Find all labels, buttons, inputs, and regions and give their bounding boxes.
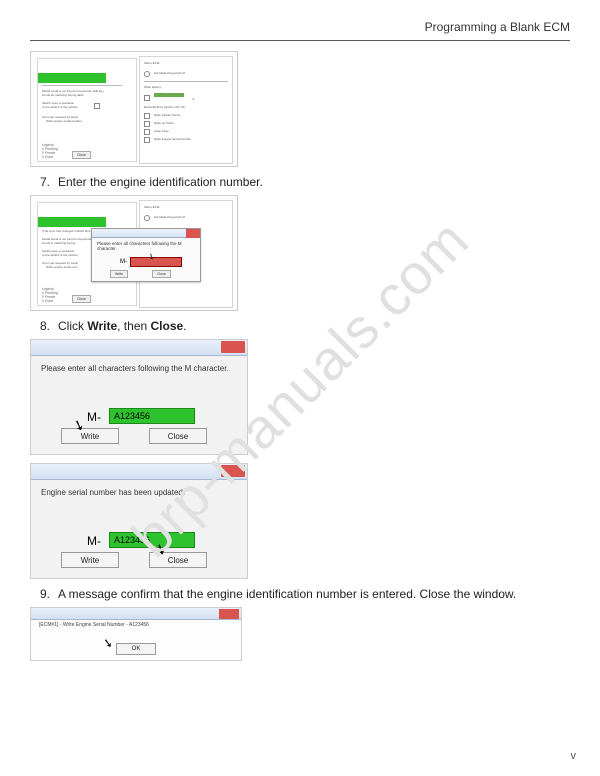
dialog-message: Engine serial number has been updated. [41, 488, 241, 498]
serial-input[interactable]: A123456 [109, 408, 195, 424]
dialog-titlebar [31, 464, 247, 480]
progress-bar [38, 217, 106, 227]
step-number: 7. [40, 175, 58, 189]
panel-text: words as matching boring table [42, 93, 84, 97]
close-icon[interactable] [221, 341, 245, 353]
option-label: Reset ECM by Ignition Off / On [144, 105, 185, 109]
step-text: Enter the engine identification number. [58, 175, 570, 189]
page-number: v [571, 750, 577, 762]
dialog-instruction: Please enter all characters following th… [97, 241, 200, 251]
m-label: M- [87, 410, 101, 424]
step-text: Click Write, then Close. [58, 319, 570, 333]
close-btn-mini[interactable]: Close [72, 151, 91, 159]
radio-icon [144, 71, 150, 77]
legend: Legend 0 Pending 0 Preset 0 Done [42, 143, 58, 159]
line [42, 85, 122, 86]
close-icon[interactable] [219, 609, 239, 619]
screenshot-step6-panel: Model serial is not found in keywords. E… [30, 51, 238, 167]
step-9: 9. A message confirm that the engine ide… [40, 587, 570, 601]
panel-text: Write engine serial num [46, 265, 77, 269]
panel-text: to the wizard of the vehicle [42, 105, 78, 109]
progress-bar [38, 73, 106, 83]
close-icon[interactable] [221, 465, 245, 477]
legend: Legend 0 Pending 0 Preset 0 Done [42, 287, 58, 303]
step-number: 8. [40, 319, 58, 333]
ok-button[interactable]: OK [116, 643, 156, 655]
step-number: 9. [40, 587, 58, 601]
input-dialog: Please enter all characters following th… [91, 228, 201, 282]
radio-icon [144, 215, 150, 221]
left-panel: Model serial is not found in keywords. E… [37, 58, 137, 162]
screenshot-confirm-dialog: [ECM#1] - Write Engine Serial Number - A… [30, 607, 242, 661]
step-7: 7. Enter the engine identification numbe… [40, 175, 570, 189]
dialog-body: Engine serial number has been updated. M… [31, 480, 247, 578]
write-button[interactable]: Write [61, 552, 119, 568]
checkbox-icon [144, 137, 150, 143]
checkbox-icon [144, 95, 150, 101]
screenshot-write-dialog: Please enter all characters following th… [30, 339, 248, 455]
serial-input[interactable] [130, 257, 182, 267]
dialog-body: Please enter all characters following th… [31, 356, 247, 454]
m-label: M- [87, 534, 101, 548]
option-label: Same ECM [144, 61, 159, 65]
screenshot-step7: (The error has changed in ECM and is sto… [30, 195, 238, 311]
panel-text: words in matching boring [42, 241, 75, 245]
screenshot-updated-dialog: Engine serial number has been updated. M… [30, 463, 248, 579]
serial-input[interactable]: A123456 [109, 532, 195, 548]
close-button[interactable]: Close [152, 270, 171, 278]
checkbox-icon [144, 121, 150, 127]
option-label: Write Engine Serial Number [154, 137, 191, 141]
m-label: M- [120, 259, 127, 265]
option-label: Set Model Keywords M [154, 215, 185, 219]
option-label: Write Cluster Name [154, 113, 180, 117]
dialog-instruction: Please enter all characters following th… [41, 364, 241, 374]
panel-text: Write engine serial number [46, 119, 82, 123]
checkbox-icon [144, 129, 150, 135]
checkbox-icon [94, 103, 100, 109]
close-icon[interactable] [186, 229, 200, 238]
dialog-title-text: [ECM#1] - Write Engine Serial Number - A… [39, 622, 149, 628]
arrow-icon: ➘ [102, 635, 114, 651]
arrow-icon: ➔ [192, 97, 195, 101]
checkbox-icon [144, 113, 150, 119]
write-button[interactable]: Write [110, 270, 128, 278]
option-label: Write up Policy [154, 121, 174, 125]
option-label: Set Model Keywords M [154, 71, 185, 75]
step-8: 8. Click Write, then Close. [40, 319, 570, 333]
close-btn-mini[interactable]: Close [72, 295, 91, 303]
right-panel: Same ECM Set Model Keywords M Write Hist… [139, 56, 233, 164]
option-label: Write History [144, 85, 161, 89]
close-button[interactable]: Close [149, 428, 207, 444]
dialog-titlebar [92, 229, 200, 238]
panel-text: to the wizard of the vehicle [42, 253, 78, 257]
dialog-titlebar [31, 608, 241, 620]
mini-progress [154, 93, 184, 97]
dialog-titlebar [31, 340, 247, 356]
step-text: A message confirm that the engine identi… [58, 587, 570, 601]
header-title: Programming a Blank ECM [425, 20, 570, 34]
divider [144, 81, 228, 82]
option-label: Same ECM [144, 205, 159, 209]
option-label: Clear Keys [154, 129, 169, 133]
page-header: Programming a Blank ECM [30, 20, 570, 41]
